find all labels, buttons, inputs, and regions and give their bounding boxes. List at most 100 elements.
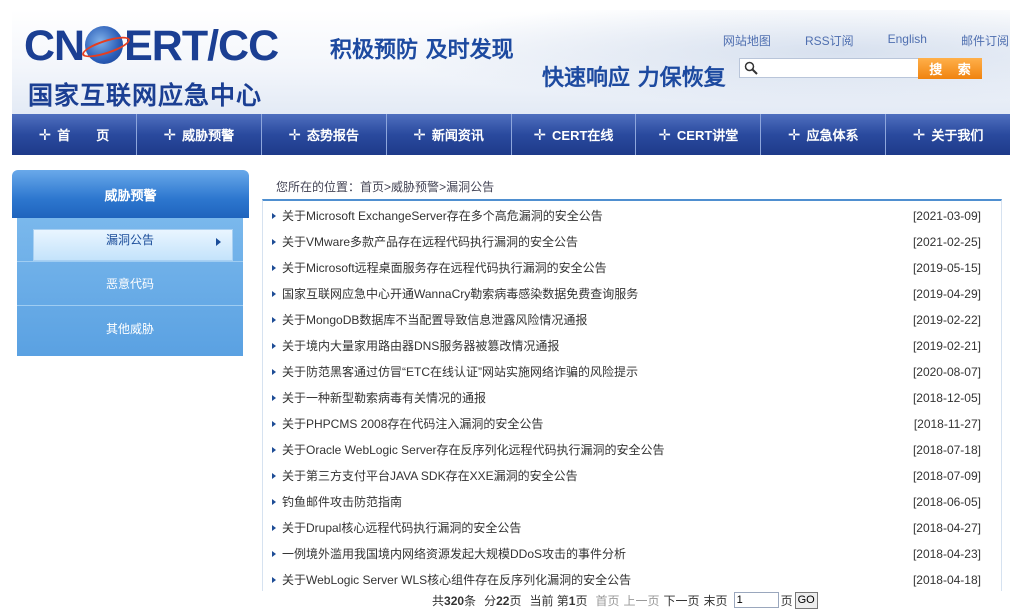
pagination: 共320条 分22页 当前 第1页 首页 上一页 下一页 末页 页 GO: [432, 591, 818, 609]
article-link[interactable]: 关于一种新型勒索病毒有关情况的通报: [282, 391, 486, 405]
bullet-icon: [272, 447, 276, 453]
article-list-panel: 关于Microsoft ExchangeServer存在多个高危漏洞的安全公告 […: [262, 199, 1002, 591]
list-item: 关于第三方支付平台JAVA SDK存在XXE漏洞的安全公告 [2018-07-09…: [263, 465, 1001, 491]
article-link[interactable]: 关于WebLogic Server WLS核心组件存在反序列化漏洞的安全公告: [282, 573, 631, 587]
logo-en-part1: CN: [24, 22, 85, 70]
article-date: [2018-07-18]: [912, 443, 981, 457]
logo-text-zh: 国家互联网应急中心: [28, 81, 263, 110]
article-date: [2021-02-25]: [912, 235, 981, 249]
sitemap-link[interactable]: 网站地图: [723, 32, 771, 49]
article-link[interactable]: 关于VMware多款产品存在远程代码执行漏洞的安全公告: [282, 235, 578, 249]
article-link[interactable]: 一例境外滥用我国境内网络资源发起大规模DDoS攻击的事件分析: [282, 547, 626, 561]
breadcrumb-vulnerability-notice[interactable]: 漏洞公告: [446, 180, 494, 194]
nav-label: 首 页: [57, 128, 110, 143]
plus-icon: ✛: [912, 126, 926, 144]
nav-item-cert-online[interactable]: ✛ CERT在线: [512, 114, 637, 155]
nav-item-situation-report[interactable]: ✛ 态势报告: [262, 114, 387, 155]
sidebar-item-label: 恶意代码: [105, 277, 154, 291]
cncert-logo[interactable]: CN ERT/CC 国家互联网应急中心: [24, 22, 294, 110]
rss-link[interactable]: RSS订阅: [805, 32, 854, 49]
bullet-icon: [272, 265, 276, 271]
mail-subscribe-link[interactable]: 邮件订阅: [961, 32, 1009, 49]
nav-item-emergency-system[interactable]: ✛ 应急体系: [761, 114, 887, 155]
list-item: 一例境外滥用我国境内网络资源发起大规模DDoS攻击的事件分析 [2018-04-2…: [263, 543, 1001, 569]
page-count: 分22页: [484, 592, 521, 609]
breadcrumb-home[interactable]: 首页: [360, 180, 384, 194]
article-link[interactable]: 关于PHPCMS 2008存在代码注入漏洞的安全公告: [282, 417, 543, 431]
top-links: 网站地图 RSS订阅 English 邮件订阅: [689, 32, 1009, 49]
article-date: [2018-04-27]: [912, 521, 981, 535]
nav-label: 新闻资讯: [431, 128, 484, 143]
bullet-icon: [272, 499, 276, 505]
go-button[interactable]: GO: [794, 591, 818, 609]
search-input[interactable]: [740, 59, 918, 77]
sidebar-item-other-threats[interactable]: 其他威胁: [17, 306, 243, 350]
pages-suffix: 页: [509, 593, 522, 608]
article-date: [2019-02-22]: [912, 313, 981, 327]
article-date: [2021-03-09]: [912, 209, 981, 223]
article-link[interactable]: 关于Drupal核心远程代码执行漏洞的安全公告: [282, 521, 521, 535]
logo-text-en: CN ERT/CC: [24, 22, 279, 70]
article-date: [2018-11-27]: [913, 417, 981, 431]
sidebar-item-malicious-code[interactable]: 恶意代码: [17, 262, 243, 306]
list-item: 关于Microsoft ExchangeServer存在多个高危漏洞的安全公告 […: [263, 205, 1001, 231]
nav-label: CERT讲堂: [676, 128, 739, 143]
globe-icon: [85, 26, 124, 64]
list-item: 关于WebLogic Server WLS核心组件存在反序列化漏洞的安全公告 [2…: [263, 569, 1001, 591]
nav-item-news[interactable]: ✛ 新闻资讯: [387, 114, 512, 155]
main-nav: ✛ 首 页 ✛ 威胁预警 ✛ 态势报告 ✛ 新闻资讯 ✛ CERT在线 ✛ CERT讲堂 ✛…: [12, 114, 1010, 155]
article-date: [2019-02-21]: [912, 339, 981, 353]
chevron-right-icon: [216, 238, 221, 246]
article-date: [2018-06-05]: [912, 495, 981, 509]
plus-icon: ✛: [163, 126, 177, 144]
article-date: [2020-08-07]: [912, 365, 981, 379]
total-value: 320: [444, 593, 465, 608]
bullet-icon: [272, 421, 276, 427]
total-suffix: 条: [464, 593, 477, 608]
list-item: 关于Drupal核心远程代码执行漏洞的安全公告 [2018-04-27]: [263, 517, 1001, 543]
list-item: 关于境内大量家用路由器DNS服务器被篡改情况通报 [2019-02-21]: [263, 335, 1001, 361]
article-link[interactable]: 关于Microsoft远程桌面服务存在远程代码执行漏洞的安全公告: [282, 261, 607, 275]
list-item: 关于VMware多款产品存在远程代码执行漏洞的安全公告 [2021-02-25]: [263, 231, 1001, 257]
first-page-link: 首页: [595, 593, 620, 608]
breadcrumb: 您所在的位置：首页>威胁预警>漏洞公告: [276, 178, 494, 195]
last-page-link[interactable]: 末页: [704, 592, 728, 609]
article-link[interactable]: 关于境内大量家用路由器DNS服务器被篡改情况通报: [282, 339, 559, 353]
nav-item-about-us[interactable]: ✛ 关于我们: [886, 114, 1010, 155]
article-link[interactable]: 关于防范黑客通过仿冒“ETC在线认证”网站实施网络诈骗的风险提示: [282, 365, 638, 379]
list-item: 关于MongoDB数据库不当配置导致信息泄露风险情况通报 [2019-02-22]: [263, 309, 1001, 335]
nav-item-threat-alert[interactable]: ✛ 威胁预警: [137, 114, 262, 155]
goto-page-input[interactable]: [733, 592, 779, 608]
article-link[interactable]: 国家互联网应急中心开通WannaCry勒索病毒感染数据免费查询服务: [282, 287, 638, 301]
list-item: 关于一种新型勒索病毒有关情况的通报 [2018-12-05]: [263, 387, 1001, 413]
article-link[interactable]: 关于第三方支付平台JAVA SDK存在XXE漏洞的安全公告: [282, 469, 578, 483]
list-item: 关于防范黑客通过仿冒“ETC在线认证”网站实施网络诈骗的风险提示 [2020-08…: [263, 361, 1001, 387]
list-item: 关于Microsoft远程桌面服务存在远程代码执行漏洞的安全公告 [2019-05…: [263, 257, 1001, 283]
breadcrumb-threat-alert[interactable]: 威胁预警: [391, 180, 439, 194]
total-count: 共320条: [432, 592, 476, 609]
plus-icon: ✛: [533, 126, 547, 144]
list-item: 钓鱼邮件攻击防范指南 [2018-06-05]: [263, 491, 1001, 517]
sidebar-item-vulnerability-notice[interactable]: 漏洞公告: [17, 218, 243, 262]
bullet-icon: [272, 369, 276, 375]
article-list: 关于Microsoft ExchangeServer存在多个高危漏洞的安全公告 […: [263, 201, 1001, 591]
plus-icon: ✛: [288, 126, 301, 144]
article-link[interactable]: 关于MongoDB数据库不当配置导致信息泄露风险情况通报: [282, 313, 587, 327]
bullet-icon: [272, 551, 276, 557]
next-page-link[interactable]: 下一页: [664, 592, 700, 609]
list-item: 关于Oracle WebLogic Server存在反序列化远程代码执行漏洞的安…: [263, 439, 1001, 465]
sidebar-item-label: 漏洞公告: [105, 233, 154, 247]
article-date: [2018-04-23]: [912, 547, 981, 561]
english-link[interactable]: English: [888, 32, 927, 49]
list-item: 关于PHPCMS 2008存在代码注入漏洞的安全公告 [2018-11-27]: [263, 413, 1001, 439]
article-link[interactable]: 钓鱼邮件攻击防范指南: [282, 495, 402, 509]
article-date: [2018-12-05]: [912, 391, 981, 405]
article-date: [2018-07-09]: [912, 469, 981, 483]
nav-item-cert-lecture[interactable]: ✛ CERT讲堂: [636, 114, 762, 155]
article-link[interactable]: 关于Microsoft ExchangeServer存在多个高危漏洞的安全公告: [282, 209, 603, 223]
nav-item-home[interactable]: ✛ 首 页: [12, 114, 137, 155]
nav-label: 应急体系: [806, 128, 859, 143]
bullet-icon: [272, 395, 276, 401]
article-link[interactable]: 关于Oracle WebLogic Server存在反序列化远程代码执行漏洞的安…: [282, 443, 665, 457]
search-button[interactable]: 搜 索: [918, 58, 982, 79]
